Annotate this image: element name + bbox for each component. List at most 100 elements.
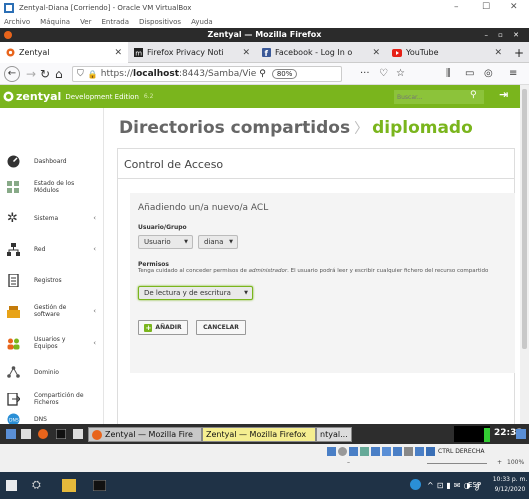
- sidebar-item-modules[interactable]: Estado de los Módulos: [0, 172, 104, 202]
- zoom-plus-icon[interactable]: +: [497, 459, 502, 466]
- shared-folders-icon[interactable]: [382, 447, 391, 456]
- sidebar-item-sistema[interactable]: ✲ Sistema ‹: [0, 203, 104, 233]
- show-desktop-icon[interactable]: [6, 429, 16, 439]
- new-tab-button[interactable]: +: [508, 42, 528, 63]
- search-icon[interactable]: ⚲: [470, 90, 477, 100]
- chevron-left-icon: ‹: [93, 307, 96, 315]
- cancel-button[interactable]: CANCELAR: [196, 320, 246, 335]
- hdd-icon[interactable]: [327, 447, 336, 456]
- hamburger-menu-icon[interactable]: ≡: [509, 66, 517, 82]
- close-tab-icon[interactable]: ✕: [242, 48, 250, 58]
- audio-icon[interactable]: [349, 447, 358, 456]
- key-icon: ⚲: [259, 69, 266, 79]
- firefox-launcher-icon[interactable]: [38, 429, 48, 439]
- recording-icon[interactable]: [404, 447, 413, 456]
- bookmark-star-icon[interactable]: ☆: [396, 66, 405, 82]
- terminal-launcher-icon[interactable]: [56, 429, 66, 439]
- paint-app-icon[interactable]: [62, 479, 76, 492]
- add-button[interactable]: + AÑADIR: [138, 320, 188, 335]
- sidebar-item-label: Registros: [34, 276, 62, 284]
- app-launcher-icon[interactable]: [73, 429, 83, 439]
- taskbar-item-firefox-2[interactable]: Zentyal — Mozilla Firefox: [202, 427, 316, 442]
- terminal-app-icon[interactable]: [93, 480, 106, 491]
- zentyal-logo[interactable]: zentyal: [3, 90, 61, 103]
- menu-ayuda[interactable]: Ayuda: [191, 18, 213, 26]
- tab-facebook[interactable]: f Facebook - Log In o ✕: [256, 42, 386, 63]
- display-icon[interactable]: [393, 447, 402, 456]
- cpu-icon[interactable]: [415, 447, 424, 456]
- permisos-select[interactable]: De lectura y de escritura ▼: [138, 286, 253, 300]
- taskbar-item-firefox-1[interactable]: Zentyal — Mozilla Fire: [88, 427, 202, 442]
- close-button[interactable]: ✕: [510, 2, 518, 12]
- pocket-icon[interactable]: ♡: [379, 66, 388, 82]
- menu-maquina[interactable]: Máquina: [40, 18, 70, 26]
- user-type-select[interactable]: Usuario ▼: [138, 235, 193, 249]
- page-actions-button[interactable]: ···: [360, 66, 370, 82]
- extensions-icon[interactable]: ◎: [484, 66, 493, 82]
- close-tab-icon[interactable]: ✕: [372, 48, 380, 58]
- usb-icon[interactable]: [371, 447, 380, 456]
- file-manager-icon[interactable]: [21, 429, 31, 439]
- dropdown-arrow-icon: ▼: [244, 290, 248, 296]
- main-content: Directorios compartidos 〉 diplomado Contro…: [104, 108, 520, 424]
- sidebar-item-label: Red: [34, 245, 46, 253]
- breadcrumb-parent[interactable]: Directorios compartidos: [119, 118, 350, 138]
- page-scrollbar[interactable]: [520, 85, 529, 424]
- network-adapter-icon[interactable]: [360, 447, 369, 456]
- scrollbar-thumb[interactable]: [522, 89, 527, 349]
- home-button[interactable]: ⌂: [55, 66, 63, 82]
- acl-form: Añadiendo un/a nuevo/a ACL Usuario/Grupo…: [130, 193, 515, 373]
- vbox-device-icons[interactable]: [327, 447, 435, 456]
- firefox-window-title: Zentyal — Mozilla Firefox: [207, 30, 322, 39]
- mouse-integration-icon[interactable]: [426, 447, 435, 456]
- host-taskbar: ⛭ ^⊡▮✉◑ℊ ESP 10:33 p. m. 9/12/2020: [0, 472, 529, 499]
- menu-dispositivos[interactable]: Dispositivos: [139, 18, 181, 26]
- zoom-minus-icon[interactable]: –: [347, 459, 350, 466]
- zoom-slider[interactable]: [427, 463, 487, 464]
- task-view-icon[interactable]: ⛭: [32, 478, 41, 492]
- help-icon[interactable]: [410, 479, 421, 490]
- sidebar-item-dominio[interactable]: Dominio: [0, 357, 104, 387]
- library-icon[interactable]: ⫼: [446, 66, 451, 82]
- minimize-button[interactable]: –: [454, 2, 459, 12]
- tab-zentyal[interactable]: Zentyal ✕: [0, 42, 128, 63]
- user-select[interactable]: diana ▼: [198, 235, 238, 249]
- access-control-panel: Control de Acceso Añadiendo un/a nuevo/a…: [117, 148, 515, 424]
- tab-firefox-privacy[interactable]: m Firefox Privacy Noti ✕: [128, 42, 256, 63]
- zoom-indicator[interactable]: 80%: [271, 69, 298, 79]
- menu-archivo[interactable]: Archivo: [4, 18, 30, 26]
- vbox-menu-bar: Archivo Máquina Ver Entrada Dispositivos…: [0, 16, 529, 28]
- sidebar-item-label: Estado de los Módulos: [34, 180, 75, 194]
- close-tab-icon[interactable]: ✕: [114, 48, 122, 58]
- url-prefix: https://: [100, 69, 133, 79]
- back-button[interactable]: ←: [4, 66, 20, 82]
- firefox-icon: [4, 31, 12, 39]
- sidebar-toggle-icon[interactable]: ▭: [465, 66, 474, 82]
- firefox-window-controls[interactable]: – ▫ ✕: [484, 28, 523, 42]
- taskbar-item-3[interactable]: ntyal...: [316, 427, 352, 442]
- forward-button[interactable]: →: [26, 66, 36, 82]
- language-indicator[interactable]: ESP: [468, 481, 481, 489]
- sidebar-item-label: Dominio: [34, 368, 59, 376]
- logout-icon[interactable]: ⇥: [499, 88, 508, 101]
- url-bar[interactable]: ⛉ 🔒 https:// localhost :8443/Samba/Vie ⚲…: [72, 66, 342, 82]
- taskbar-item-label: Zentyal — Mozilla Fire: [105, 430, 193, 439]
- sidebar-item-registros[interactable]: Registros: [0, 265, 104, 295]
- sidebar-item-usuarios[interactable]: Usuarios y Equipos ‹: [0, 328, 104, 358]
- maximize-button[interactable]: ☐: [482, 2, 490, 12]
- host-date[interactable]: 9/12/2020: [492, 486, 528, 493]
- sidebar-item-label: Dashboard: [34, 157, 67, 165]
- close-tab-icon[interactable]: ✕: [494, 48, 502, 58]
- host-time[interactable]: 10:33 p. m.: [492, 476, 528, 483]
- tray-icon[interactable]: [516, 429, 526, 439]
- shield-icon: ⛉: [77, 69, 84, 79]
- menu-ver[interactable]: Ver: [80, 18, 91, 26]
- sidebar-item-red[interactable]: Red ‹: [0, 234, 104, 264]
- optical-icon[interactable]: [338, 447, 347, 456]
- reload-button[interactable]: ↻: [40, 66, 50, 82]
- menu-entrada[interactable]: Entrada: [102, 18, 130, 26]
- tab-youtube[interactable]: YouTube ✕: [386, 42, 508, 63]
- vbox-status-bar: CTRL DERECHA – + 100%: [0, 444, 529, 472]
- windows-start-icon[interactable]: [6, 480, 17, 491]
- sidebar-item-software[interactable]: Gestión de software ‹: [0, 296, 104, 326]
